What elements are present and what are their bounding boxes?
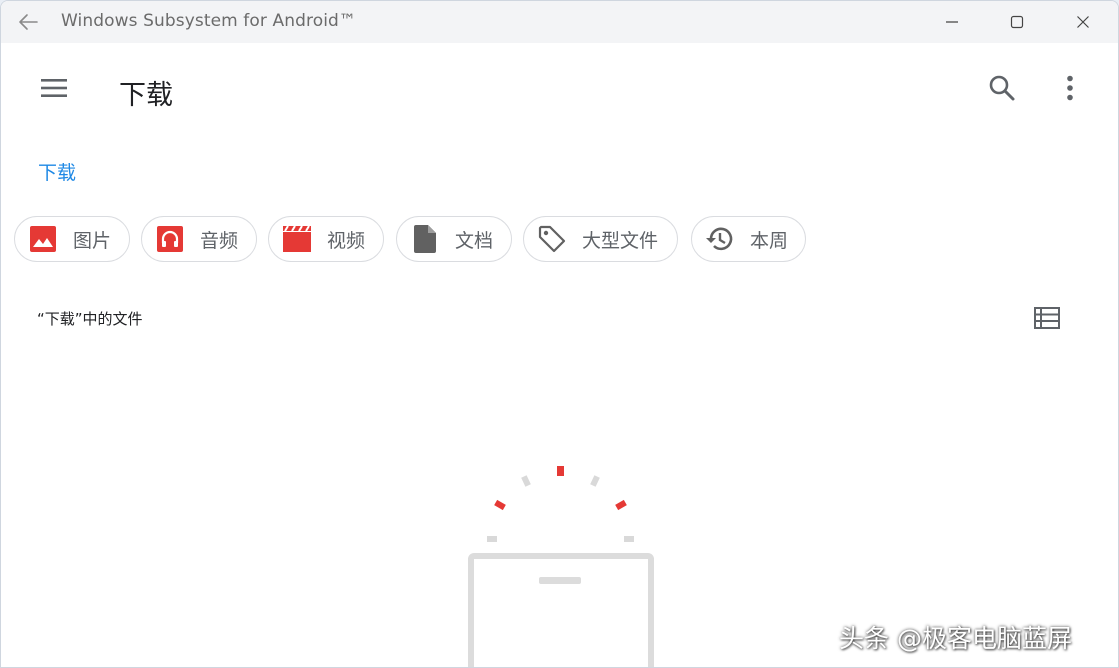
hamburger-menu-icon[interactable] xyxy=(31,65,77,111)
minimize-button[interactable] xyxy=(920,1,984,43)
list-view-icon[interactable] xyxy=(1031,303,1063,333)
empty-state-illustration xyxy=(461,456,661,667)
chip-this-week[interactable]: 本周 xyxy=(691,216,806,262)
title-bar: Windows Subsystem for Android™ xyxy=(1,1,1118,43)
chip-documents[interactable]: 文档 xyxy=(396,216,512,262)
document-icon xyxy=(411,225,439,253)
chip-audio[interactable]: 音频 xyxy=(141,216,257,262)
chip-label: 音频 xyxy=(200,229,239,252)
chip-label: 本周 xyxy=(750,229,789,252)
app-window: Windows Subsystem for Android™ 下载 下载 图片 … xyxy=(0,0,1119,668)
chip-label: 文档 xyxy=(455,229,494,252)
tag-icon xyxy=(538,225,566,253)
back-arrow-icon[interactable] xyxy=(15,10,41,34)
app-bar: 下载 xyxy=(1,43,1118,137)
watermark: 头条 @极客电脑蓝屏 xyxy=(839,624,1072,653)
maximize-button[interactable] xyxy=(985,1,1049,43)
page-title: 下载 xyxy=(119,80,173,111)
more-vert-icon[interactable] xyxy=(1047,65,1093,111)
chip-images[interactable]: 图片 xyxy=(14,216,130,262)
search-icon[interactable] xyxy=(979,65,1025,111)
section-label: “下载”中的文件 xyxy=(37,310,143,328)
chip-label: 大型文件 xyxy=(582,229,659,252)
minimize-icon xyxy=(946,21,958,23)
chip-video[interactable]: 视频 xyxy=(268,216,384,262)
image-icon xyxy=(29,225,57,253)
headphones-icon xyxy=(156,225,184,253)
close-button[interactable] xyxy=(1051,1,1115,43)
chip-large-files[interactable]: 大型文件 xyxy=(523,216,678,262)
maximize-icon xyxy=(1010,15,1024,29)
close-icon xyxy=(1077,16,1089,28)
history-icon xyxy=(706,225,734,253)
movie-clapper-icon xyxy=(283,225,311,253)
window-title: Windows Subsystem for Android™ xyxy=(61,11,357,31)
chip-label: 图片 xyxy=(73,229,112,252)
breadcrumb[interactable]: 下载 xyxy=(38,158,76,185)
chip-label: 视频 xyxy=(327,229,366,252)
